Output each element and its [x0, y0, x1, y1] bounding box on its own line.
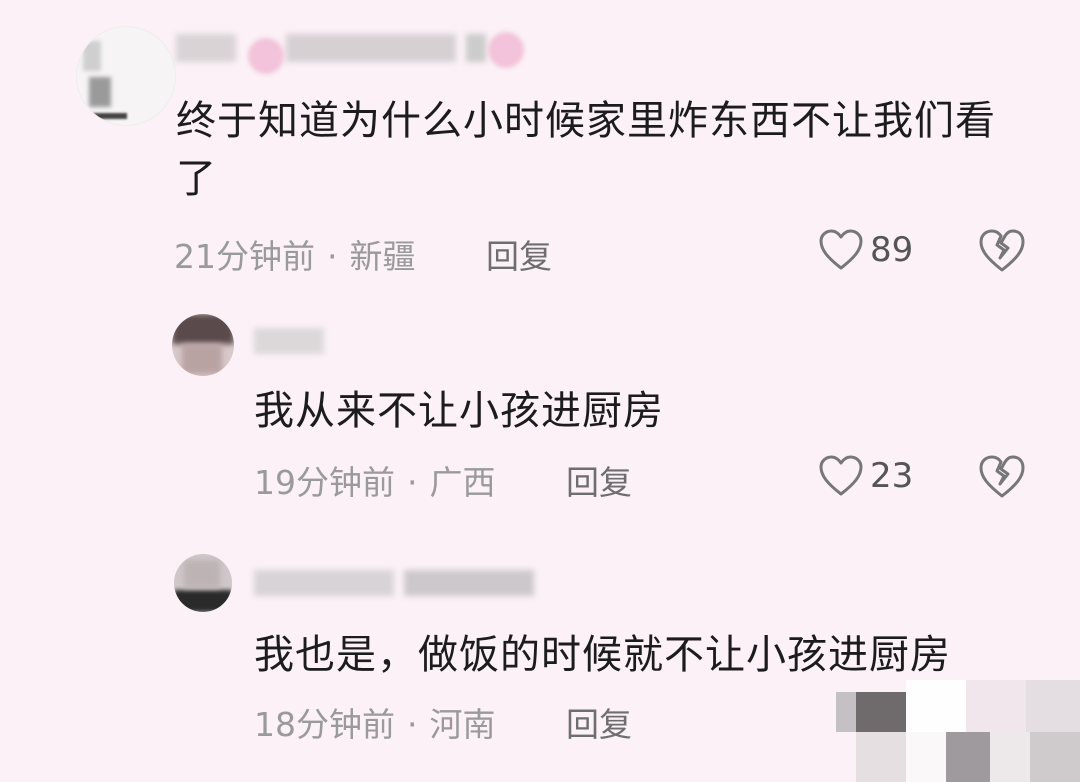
- comment-time: 21分钟前: [174, 237, 315, 276]
- broken-heart-icon: [979, 455, 1025, 498]
- comment-time: 18分钟前: [254, 705, 395, 744]
- comment-3: 我也是，做饭的时候就不让小孩进厨房 18分钟前 · 河南 回复: [0, 540, 1080, 782]
- heart-outline-icon: [819, 455, 863, 496]
- heart-badge-icon: [488, 32, 524, 68]
- avatar[interactable]: [76, 26, 176, 126]
- meta-separator: ·: [327, 237, 338, 276]
- heart-outline-icon: [819, 229, 863, 270]
- comment-text: 我从来不让小孩进厨房: [254, 388, 664, 434]
- comment-text: 终于知道为什么小时候家里炸东西不让我们看了: [176, 98, 996, 202]
- like-count: 89: [870, 230, 914, 270]
- comment-location: 河南: [429, 705, 496, 744]
- comment-meta: 18分钟前 · 河南: [254, 698, 496, 746]
- username-blurred[interactable]: [254, 564, 544, 600]
- heart-badge-icon: [248, 38, 284, 74]
- dislike-button[interactable]: [978, 228, 1026, 278]
- dislike-button[interactable]: [978, 454, 1026, 504]
- comment-2: 我从来不让小孩进厨房 19分钟前 · 广西 回复 23: [0, 300, 1080, 520]
- reply-button[interactable]: 回复: [566, 456, 632, 504]
- meta-separator: ·: [407, 463, 418, 502]
- comment-meta: 21分钟前 · 新疆: [174, 230, 416, 278]
- like-button[interactable]: 23: [818, 454, 913, 498]
- comment-time: 19分钟前: [254, 463, 395, 502]
- comment-1: 终于知道为什么小时候家里炸东西不让我们看了 21分钟前 · 新疆 回复 89: [0, 0, 1080, 290]
- comment-location: 广西: [429, 463, 496, 502]
- mosaic-overlay: [836, 680, 1080, 782]
- avatar[interactable]: [172, 314, 234, 376]
- comment-location: 新疆: [349, 237, 416, 276]
- broken-heart-icon: [979, 229, 1025, 272]
- like-button[interactable]: 89: [818, 228, 913, 272]
- comment-text: 我也是，做饭的时候就不让小孩进厨房: [254, 632, 951, 678]
- username-blurred[interactable]: [254, 322, 334, 358]
- reply-button[interactable]: 回复: [486, 230, 552, 278]
- avatar[interactable]: [174, 554, 232, 612]
- like-count: 23: [870, 456, 914, 496]
- username-blurred[interactable]: [176, 30, 526, 66]
- meta-separator: ·: [407, 705, 418, 744]
- comment-meta: 19分钟前 · 广西: [254, 456, 496, 504]
- reply-button[interactable]: 回复: [566, 698, 632, 746]
